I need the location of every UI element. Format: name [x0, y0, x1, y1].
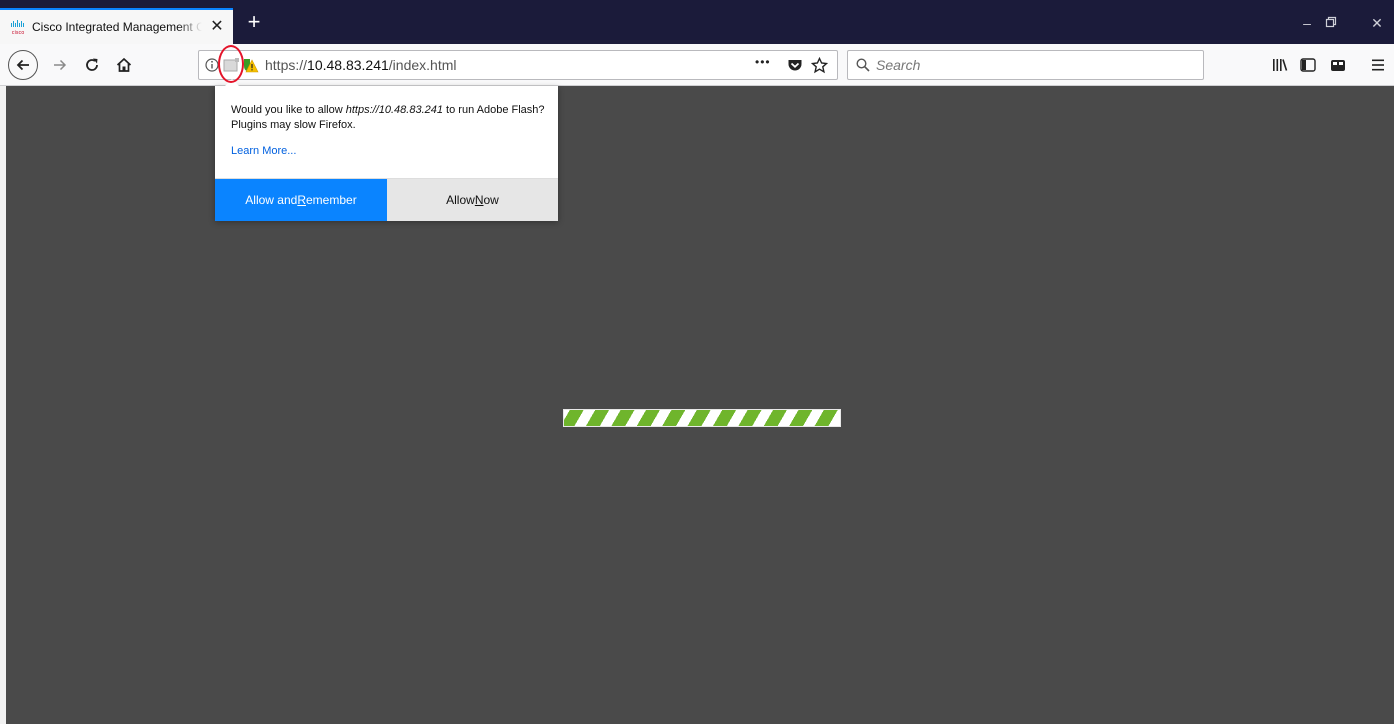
allow-now-button[interactable]: Allow Now — [387, 179, 558, 221]
url-scheme: https:// — [265, 57, 308, 73]
home-icon — [116, 57, 132, 72]
minimize-button[interactable]: – — [1296, 12, 1318, 34]
library-icon — [1273, 59, 1288, 71]
cisco-favicon: cisco — [10, 19, 26, 35]
menu-button[interactable] — [1364, 51, 1392, 79]
message-prefix: Would you like to allow — [231, 104, 346, 116]
menu-icon — [1372, 59, 1384, 71]
bookmark-star-icon[interactable] — [810, 56, 829, 79]
extension-icon — [1331, 60, 1345, 71]
reload-button[interactable] — [78, 51, 106, 79]
close-window-button[interactable]: ✕ — [1366, 12, 1388, 34]
forward-button[interactable] — [46, 51, 74, 79]
allow-remember-label-a: Allow and — [245, 193, 298, 207]
annotation-circle — [218, 45, 244, 83]
allow-remember-accesskey: R — [297, 193, 306, 207]
message-site: https://10.48.83.241 — [345, 104, 443, 116]
sidebar-button[interactable] — [1294, 51, 1322, 79]
reload-icon — [86, 58, 98, 71]
back-button[interactable] — [8, 50, 38, 80]
nav-toolbar: https://10.48.83.241/index.html ••• Sear… — [0, 44, 1394, 86]
learn-more-link[interactable]: Learn More... — [231, 145, 296, 157]
more-icon[interactable]: ••• — [755, 55, 771, 69]
allow-and-remember-button[interactable]: Allow and Remember — [215, 179, 387, 221]
sidebar-icon — [1300, 58, 1316, 72]
url-text: https://10.48.83.241/index.html — [265, 57, 456, 73]
search-bar[interactable]: Search — [847, 50, 1204, 80]
tab-cisco-imc[interactable]: cisco Cisco Integrated Management Contro… — [0, 8, 233, 44]
tab-title: Cisco Integrated Management Controller — [32, 20, 202, 34]
tab-close-icon[interactable]: ✕ — [209, 19, 225, 35]
new-tab-button[interactable]: + — [244, 11, 264, 33]
forward-icon — [54, 59, 67, 71]
allow-remember-label-b: emember — [306, 193, 357, 207]
restore-icon — [1325, 16, 1337, 28]
loading-progress-bar — [563, 409, 841, 427]
page-content — [0, 86, 1394, 724]
home-button[interactable] — [110, 51, 138, 79]
library-button[interactable] — [1266, 51, 1294, 79]
allow-now-label-b: ow — [483, 193, 499, 207]
svg-text:cisco: cisco — [12, 30, 25, 35]
pocket-icon[interactable] — [787, 57, 803, 78]
url-path: /index.html — [388, 57, 457, 73]
flash-permission-popup: Would you like to allow https://10.48.83… — [215, 79, 558, 221]
info-icon[interactable] — [205, 58, 219, 77]
url-bar[interactable]: https://10.48.83.241/index.html ••• — [198, 50, 838, 80]
url-host: 10.48.83.241 — [307, 57, 389, 73]
restore-button[interactable] — [1320, 12, 1342, 34]
popup-message: Would you like to allow https://10.48.83… — [231, 103, 549, 133]
allow-now-accesskey: N — [474, 193, 484, 207]
tab-strip: cisco Cisco Integrated Management Contro… — [0, 0, 1394, 44]
allow-now-label-a: Allow — [446, 193, 475, 207]
search-input[interactable]: Search — [876, 57, 920, 73]
search-icon — [856, 58, 870, 77]
popup-buttons: Allow and Remember Allow Now — [215, 178, 558, 221]
extension-button[interactable] — [1324, 51, 1352, 79]
content-edge — [0, 86, 6, 724]
back-icon — [16, 59, 29, 71]
